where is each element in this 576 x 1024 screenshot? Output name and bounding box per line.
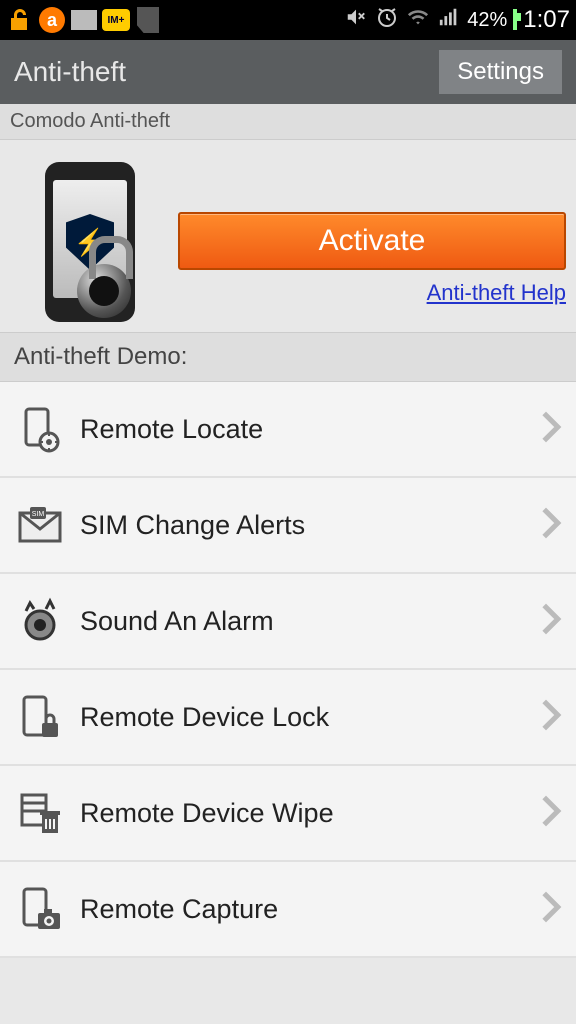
phone-trash-icon	[14, 787, 66, 839]
im-plus-icon: IM+	[102, 6, 130, 34]
row-remote-locate[interactable]: Remote Locate	[0, 382, 576, 478]
row-label: Remote Locate	[80, 414, 263, 445]
page-title: Anti-theft	[14, 56, 126, 88]
battery-percent: 42%	[467, 9, 507, 32]
row-sim-change-alerts[interactable]: SIM SIM Change Alerts	[0, 478, 576, 574]
clock: 1:07	[523, 6, 570, 34]
row-remote-lock[interactable]: Remote Device Lock	[0, 670, 576, 766]
phone-locate-icon	[14, 403, 66, 455]
avast-icon: a	[38, 6, 66, 34]
activate-button[interactable]: Activate	[178, 212, 566, 270]
row-label: SIM Change Alerts	[80, 510, 305, 541]
signal-icon	[437, 6, 461, 34]
note-icon	[134, 6, 162, 34]
settings-button[interactable]: Settings	[439, 50, 562, 94]
title-bar: Anti-theft Settings	[0, 40, 576, 104]
status-left-icons: a IM+	[6, 6, 162, 34]
alarm-icon	[375, 5, 399, 35]
row-label: Remote Device Wipe	[80, 798, 334, 829]
status-bar: a IM+ 42% 1:07	[0, 0, 576, 40]
lock-icon	[6, 6, 34, 34]
row-remote-capture[interactable]: Remote Capture	[0, 862, 576, 958]
grey-rect-icon	[70, 6, 98, 34]
phone-lock-illustration: ⚡	[10, 152, 170, 332]
chevron-right-icon	[540, 794, 562, 833]
demo-list: Remote Locate SIM SIM Change Alerts Soun…	[0, 382, 576, 958]
phone-lock-icon	[14, 691, 66, 743]
mute-icon	[343, 6, 369, 34]
row-label: Remote Capture	[80, 894, 278, 925]
row-label: Remote Device Lock	[80, 702, 329, 733]
status-right-icons: 42% 1:07	[343, 5, 570, 35]
chevron-right-icon	[540, 890, 562, 929]
chevron-right-icon	[540, 410, 562, 449]
alarm-speaker-icon	[14, 595, 66, 647]
sub-header: Comodo Anti-theft	[0, 104, 576, 140]
row-sound-alarm[interactable]: Sound An Alarm	[0, 574, 576, 670]
wifi-icon	[405, 6, 431, 34]
row-remote-wipe[interactable]: Remote Device Wipe	[0, 766, 576, 862]
demo-header: Anti-theft Demo:	[0, 332, 576, 382]
hero-section: ⚡ Activate Anti-theft Help	[0, 140, 576, 332]
row-label: Sound An Alarm	[80, 606, 274, 637]
anti-theft-help-link[interactable]: Anti-theft Help	[427, 280, 566, 306]
sim-envelope-icon: SIM	[14, 499, 66, 551]
chevron-right-icon	[540, 506, 562, 545]
chevron-right-icon	[540, 698, 562, 737]
chevron-right-icon	[540, 602, 562, 641]
svg-text:SIM: SIM	[32, 511, 45, 518]
battery-icon	[513, 11, 517, 29]
phone-camera-icon	[14, 883, 66, 935]
